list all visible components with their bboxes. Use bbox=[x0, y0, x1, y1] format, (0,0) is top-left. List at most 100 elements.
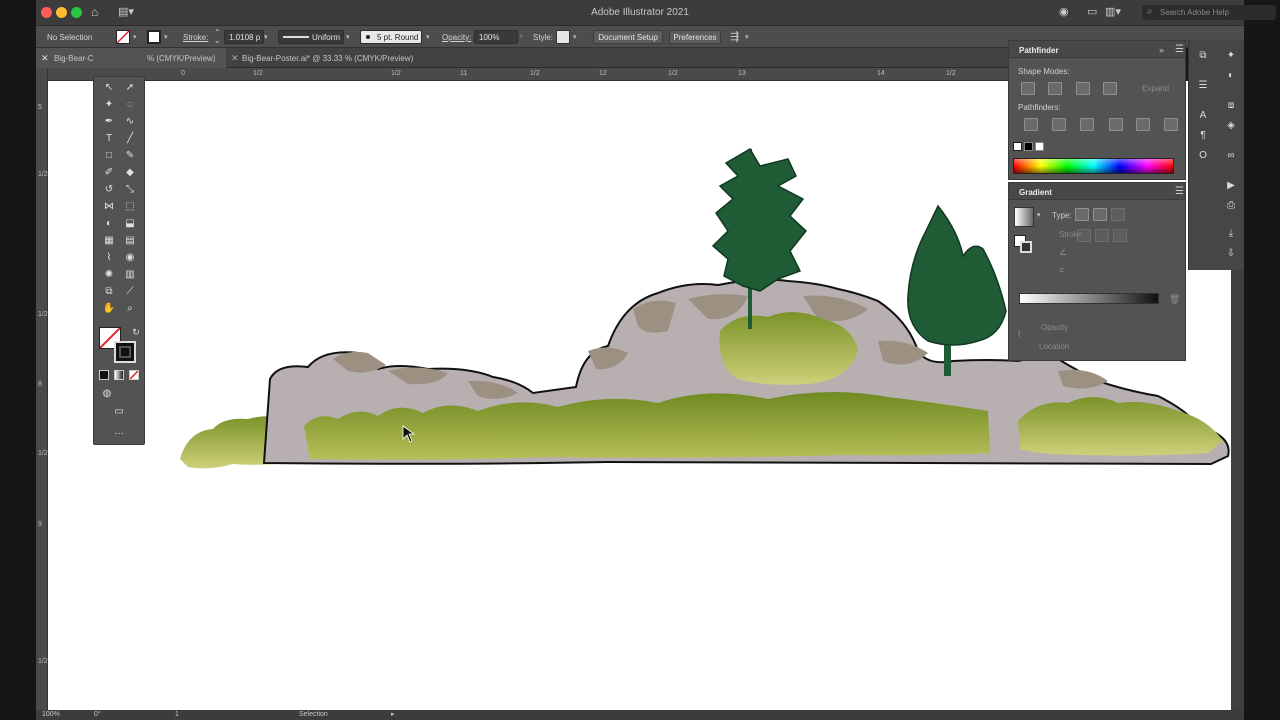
arrange-icon[interactable]: ⇶ bbox=[730, 30, 739, 43]
preferences-button[interactable]: Preferences bbox=[669, 30, 721, 44]
none-mode-icon[interactable] bbox=[129, 370, 139, 380]
layers-icon[interactable]: ◈ bbox=[1223, 118, 1239, 134]
variable-width-profile[interactable]: Uniform bbox=[278, 30, 344, 44]
document-info-icon[interactable]: ⎙ bbox=[1223, 198, 1239, 214]
menu-lines-icon[interactable]: ☰ bbox=[1195, 78, 1211, 94]
workspace-menu-icon[interactable]: ▥▾ bbox=[1105, 5, 1135, 19]
eyedropper-icon[interactable]: ⌇ bbox=[101, 251, 117, 265]
help-search-input[interactable]: ⌕ Search Adobe Help bbox=[1142, 5, 1276, 20]
eraser-icon[interactable]: ◆ bbox=[122, 166, 138, 180]
magic-wand-icon[interactable]: ✦ bbox=[101, 98, 117, 112]
collapse-panel-icon[interactable]: » bbox=[1159, 45, 1164, 55]
minus-front-button[interactable] bbox=[1048, 82, 1062, 95]
chevron-down-icon[interactable]: ▾ bbox=[346, 33, 350, 41]
stroke-label[interactable]: Stroke: bbox=[183, 33, 208, 42]
more-tools-icon[interactable]: ··· bbox=[111, 427, 127, 441]
gradient-preview-swatch[interactable] bbox=[1014, 207, 1034, 227]
intersect-button[interactable] bbox=[1076, 82, 1090, 95]
chevron-down-icon[interactable]: ▾ bbox=[573, 33, 577, 41]
stroke-indicator-icon[interactable] bbox=[1020, 241, 1032, 253]
workspace-switcher-icon[interactable]: ▤▾ bbox=[118, 5, 144, 19]
column-graph-icon[interactable]: ▥ bbox=[122, 268, 138, 282]
fill-swatch[interactable] bbox=[116, 30, 130, 44]
chevron-down-icon[interactable]: ▾ bbox=[164, 33, 168, 41]
symbol-sprayer-icon[interactable]: ✺ bbox=[101, 268, 117, 282]
draw-mode-icon[interactable]: ◍ bbox=[99, 387, 115, 401]
color-spectrum[interactable] bbox=[1013, 158, 1174, 174]
expand-button[interactable]: Expand bbox=[1142, 84, 1169, 93]
pathfinder-panel-icon[interactable]: ⧉ bbox=[1195, 48, 1211, 64]
free-transform-icon[interactable]: ⬚ bbox=[122, 200, 138, 214]
width-icon[interactable]: ⋈ bbox=[101, 200, 117, 214]
minus-back-button[interactable] bbox=[1164, 118, 1178, 131]
chevron-down-icon[interactable]: ▾ bbox=[1037, 211, 1041, 219]
lasso-icon[interactable]: ◌ bbox=[122, 98, 138, 112]
tab-big-bear-active[interactable]: ✕ Big-Bear-C % (CMYK/Preview) bbox=[36, 48, 226, 68]
black-swatch[interactable] bbox=[1024, 142, 1033, 151]
live-paint-icon[interactable]: ⬓ bbox=[122, 217, 138, 231]
type-tool-icon[interactable]: T bbox=[101, 132, 117, 146]
chevron-down-icon[interactable]: ▾ bbox=[133, 33, 137, 41]
character-icon[interactable]: A bbox=[1195, 108, 1211, 124]
line-tool-icon[interactable]: ╱ bbox=[122, 132, 138, 146]
graphic-style-swatch[interactable] bbox=[556, 30, 570, 44]
curvature-icon[interactable]: ∿ bbox=[122, 115, 138, 129]
color-guide-icon[interactable]: ✦ bbox=[1223, 48, 1239, 64]
rotate-icon[interactable]: ↺ bbox=[101, 183, 117, 197]
panel-menu-icon[interactable]: ☰ bbox=[1175, 186, 1184, 197]
stroke-within-button[interactable] bbox=[1077, 229, 1091, 242]
radial-gradient-button[interactable] bbox=[1093, 208, 1107, 221]
hand-tool-icon[interactable]: ✋ bbox=[101, 302, 117, 316]
opacity-field[interactable]: 100% bbox=[474, 30, 518, 44]
eyedropper-icon[interactable]: ⌇ bbox=[1017, 329, 1021, 340]
horizontal-ruler[interactable]: 0 1/2 1/2 11 1/2 12 1/2 13 14 1/2 bbox=[48, 68, 1008, 81]
slice-icon[interactable]: ⟋ bbox=[122, 285, 138, 299]
stroke-swatch-icon[interactable] bbox=[114, 341, 136, 363]
appearance-icon[interactable]: ◐ bbox=[1223, 68, 1239, 84]
stroke-across-button[interactable] bbox=[1113, 229, 1127, 242]
color-mode-icon[interactable] bbox=[99, 370, 109, 380]
close-window-button[interactable] bbox=[41, 7, 52, 18]
current-tool-status[interactable]: Selection bbox=[299, 711, 328, 718]
unite-button[interactable] bbox=[1021, 82, 1035, 95]
document-setup-button[interactable]: Document Setup bbox=[593, 30, 663, 44]
paintbrush-icon[interactable]: ✎ bbox=[122, 149, 138, 163]
white-swatch[interactable] bbox=[1035, 142, 1044, 151]
stroke-along-button[interactable] bbox=[1095, 229, 1109, 242]
chevron-right-icon[interactable]: › bbox=[520, 33, 522, 40]
scale-icon[interactable]: ⤡ bbox=[122, 183, 138, 197]
none-swatch-icon[interactable] bbox=[1013, 142, 1022, 151]
minimize-window-button[interactable] bbox=[56, 7, 67, 18]
artboard-tool-icon[interactable]: ⧉ bbox=[101, 285, 117, 299]
stroke-swatch[interactable] bbox=[147, 30, 161, 44]
zoom-tool-icon[interactable]: ⌕ bbox=[122, 302, 138, 316]
chevron-down-icon[interactable]: ▾ bbox=[745, 33, 749, 41]
links-icon[interactable]: ∞ bbox=[1223, 148, 1239, 164]
home-icon[interactable]: ⌂ bbox=[91, 5, 105, 19]
brush-definition[interactable]: 5 pt. Round bbox=[360, 30, 422, 44]
export-icon[interactable]: ⤓ bbox=[1223, 226, 1239, 242]
trim-button[interactable] bbox=[1052, 118, 1066, 131]
zoom-level[interactable]: 100% bbox=[42, 711, 60, 718]
shaper-icon[interactable]: ✐ bbox=[101, 166, 117, 180]
status-arrow-icon[interactable]: ▸ bbox=[391, 710, 395, 718]
close-tab-icon[interactable]: ✕ bbox=[41, 53, 49, 64]
paragraph-icon[interactable]: ¶ bbox=[1195, 128, 1211, 144]
swap-fill-stroke-icon[interactable]: ↻ bbox=[128, 325, 144, 339]
asset-export-icon[interactable]: ⇩ bbox=[1223, 246, 1239, 262]
tab-big-bear-poster[interactable]: ✕ Big-Bear-Poster.ai* @ 33.33 % (CMYK/Pr… bbox=[226, 48, 476, 68]
arrange-documents-icon[interactable]: ▭ bbox=[1087, 5, 1101, 19]
selection-tool-icon[interactable]: ↖ bbox=[101, 81, 117, 95]
artboard-number[interactable]: 1 bbox=[175, 711, 179, 718]
shape-builder-icon[interactable]: ◐ bbox=[101, 217, 117, 231]
pen-tool-icon[interactable]: ✒ bbox=[101, 115, 117, 129]
chevron-down-icon[interactable]: ▾ bbox=[264, 33, 268, 41]
freeform-gradient-button[interactable] bbox=[1111, 208, 1125, 221]
vertical-ruler[interactable]: 5 1/2 1/2 8 1/2 9 1/2 bbox=[36, 68, 48, 710]
stroke-weight-field[interactable]: 1.0108 p bbox=[224, 30, 264, 44]
mesh-icon[interactable]: ▦ bbox=[101, 234, 117, 248]
gradient-slider[interactable] bbox=[1019, 293, 1159, 304]
rotation-view[interactable]: 0° bbox=[94, 711, 101, 718]
transform-icon[interactable]: ⧈ bbox=[1223, 98, 1239, 114]
merge-button[interactable] bbox=[1080, 118, 1094, 131]
